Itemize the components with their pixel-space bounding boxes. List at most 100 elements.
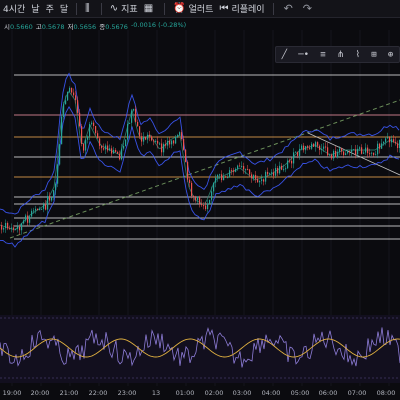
- zoom-tool-icon[interactable]: ⊕: [388, 50, 393, 60]
- time-tick: 01:00: [175, 389, 195, 397]
- alert-icon: ⏰: [173, 3, 186, 14]
- candle-body: [199, 196, 201, 204]
- candle-body: [101, 145, 103, 149]
- candle-body: [371, 152, 373, 154]
- candle-body: [239, 165, 241, 167]
- candle-body: [249, 169, 251, 175]
- candle-body: [183, 139, 185, 150]
- candle-body: [91, 122, 93, 125]
- interval-selector[interactable]: 4시간: [0, 0, 28, 18]
- candle-body: [259, 180, 261, 183]
- candle-body: [123, 145, 125, 149]
- period-day-button[interactable]: 날: [28, 0, 42, 18]
- alert-button[interactable]: ⏰ 얼러트: [170, 0, 216, 18]
- candle-body: [349, 151, 351, 153]
- candle-body: [117, 151, 119, 154]
- candle-body: [383, 141, 385, 144]
- undo-button[interactable]: ↶: [279, 0, 298, 18]
- candle-body: [185, 149, 187, 162]
- candle-body: [53, 190, 55, 198]
- candle-body: [45, 204, 47, 210]
- candle-body: [305, 146, 307, 151]
- candle-body: [255, 175, 257, 180]
- time-tick: 04:00: [261, 389, 281, 397]
- indicators-icon: ∿: [109, 3, 119, 14]
- candle-body: [181, 132, 183, 140]
- candle-body: [13, 227, 15, 230]
- brush-tool-icon[interactable]: ⌇: [356, 50, 360, 60]
- candle-body: [3, 228, 5, 230]
- candle-body: [215, 177, 217, 183]
- candle-body: [261, 179, 263, 181]
- candle-body: [19, 226, 21, 231]
- candle-body: [59, 144, 61, 165]
- time-tick: 08:00: [376, 389, 396, 397]
- candle-body: [85, 139, 87, 151]
- candle-body: [105, 145, 107, 150]
- redo-button[interactable]: ↷: [298, 0, 317, 18]
- time-tick: 21:00: [59, 389, 79, 397]
- templates-button[interactable]: ▦: [141, 0, 159, 18]
- candle-body: [377, 143, 379, 155]
- candle-body: [69, 87, 71, 92]
- candle-body: [389, 137, 391, 143]
- candle-body: [313, 143, 315, 147]
- candle-body: [247, 169, 249, 171]
- replay-button[interactable]: ⏮ 리플레이: [216, 0, 267, 18]
- candle-body: [187, 161, 189, 180]
- candle-body: [227, 177, 229, 179]
- candle-body: [225, 176, 227, 178]
- candle-body: [393, 139, 395, 142]
- candle-body: [351, 149, 353, 152]
- chart-type-button[interactable]: ⫼: [82, 0, 96, 18]
- candle-body: [331, 154, 333, 159]
- candle-body: [291, 160, 293, 164]
- horizontal-line-tool-icon[interactable]: ─•: [298, 50, 309, 60]
- candle-body: [385, 138, 387, 142]
- candle-body: [193, 195, 195, 198]
- indicators-button[interactable]: ∿ 지표: [107, 0, 141, 18]
- templates-icon: ▦: [143, 3, 154, 14]
- candle-body: [343, 151, 345, 156]
- candle-body: [391, 139, 393, 143]
- candle-body: [301, 145, 303, 149]
- candle-body: [369, 153, 371, 155]
- top-toolbar: 4시간 날 주 달 ⫼ ∿ 지표 ▦ ⏰ 얼러트 ⏮ 리플레이 ↶ ↷: [0, 0, 400, 18]
- candle-body: [353, 149, 355, 151]
- candle-body: [381, 143, 383, 149]
- candle-body: [159, 143, 161, 145]
- pitchfork-tool-icon[interactable]: ⋔: [337, 50, 345, 60]
- candle-body: [153, 140, 155, 142]
- candle-body: [149, 134, 151, 137]
- trend-line-tool-icon[interactable]: ╱: [282, 50, 287, 60]
- candle-body: [373, 152, 375, 155]
- fib-retracement-tool-icon[interactable]: ≡: [320, 50, 325, 60]
- measure-tool-icon[interactable]: ⊞: [371, 50, 376, 60]
- candle-body: [179, 132, 181, 136]
- candle-body: [79, 112, 81, 127]
- candle-body: [151, 136, 153, 141]
- candle-body: [197, 196, 199, 201]
- candle-body: [137, 121, 139, 127]
- replay-icon: ⏮: [219, 3, 229, 14]
- candle-body: [177, 135, 179, 137]
- period-week-button[interactable]: 주: [43, 0, 57, 18]
- candle-body: [289, 160, 291, 162]
- candle-body: [281, 165, 283, 170]
- candle-body: [25, 215, 27, 221]
- candle-body: [173, 140, 175, 144]
- period-month-button[interactable]: 달: [57, 0, 71, 18]
- candle-body: [141, 136, 143, 142]
- candle-body: [37, 208, 39, 211]
- toolbar-divider: [100, 2, 102, 15]
- candle-body: [195, 197, 197, 201]
- candle-body: [65, 100, 67, 105]
- candle-body: [5, 222, 7, 229]
- drawing-toolbar: ╱ ─• ≡ ⋔ ⌇ ⊞ ⊕: [275, 46, 400, 63]
- candle-body: [317, 142, 319, 146]
- candle-body: [39, 208, 41, 211]
- candle-body: [119, 153, 121, 160]
- candle-body: [107, 145, 109, 151]
- candle-body: [95, 126, 97, 134]
- candle-body: [283, 169, 285, 171]
